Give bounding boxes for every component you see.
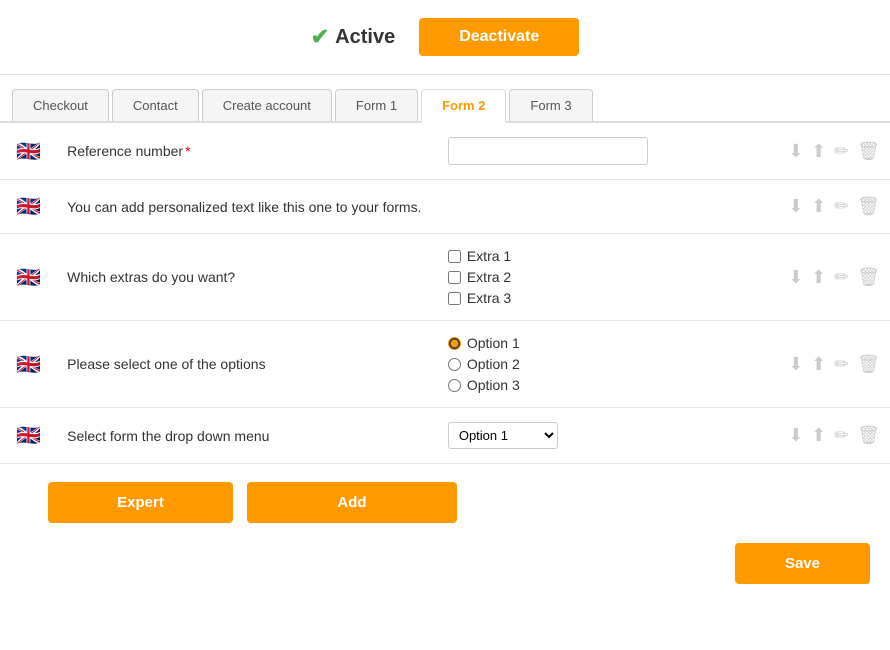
move-up-icon[interactable]: ⬆ (811, 425, 826, 446)
static-text-label: You can add personalized text like this … (57, 180, 747, 234)
flag-icon: 🇬🇧 (16, 425, 41, 447)
delete-icon[interactable]: 🗑 (857, 354, 880, 375)
field-label: Reference number* (57, 123, 438, 180)
checkbox-extra1-label[interactable]: Extra 1 (448, 248, 737, 264)
tab-form1[interactable]: Form 1 (335, 89, 418, 121)
table-row: 🇬🇧 Reference number* ⬇ ⬆ ✏ 🗑 (0, 123, 890, 180)
active-label: Active (335, 26, 395, 49)
actions-cell: ⬇ ⬆ ✏ 🗑 (747, 408, 890, 464)
move-down-icon[interactable]: ⬇ (788, 196, 803, 217)
tab-contact[interactable]: Contact (112, 89, 199, 121)
field-label: Select form the drop down menu (57, 408, 438, 464)
table-row: 🇬🇧 Which extras do you want? Extra 1 Ext… (0, 234, 890, 321)
checkbox-extra2-label[interactable]: Extra 2 (448, 269, 737, 285)
dropdown-cell: Option 1 Option 2 Option 3 (438, 408, 747, 464)
checkbox-extra3[interactable] (448, 292, 461, 305)
radio-option3[interactable] (448, 379, 461, 392)
save-button[interactable]: Save (735, 543, 870, 584)
expert-button[interactable]: Expert (48, 482, 233, 523)
checkmark-icon: ✔ (311, 24, 329, 50)
table-row: 🇬🇧 You can add personalized text like th… (0, 180, 890, 234)
input-cell (438, 123, 747, 180)
move-up-icon[interactable]: ⬆ (811, 267, 826, 288)
move-down-icon[interactable]: ⬇ (788, 141, 803, 162)
field-label: Please select one of the options (57, 321, 438, 408)
actions-cell: ⬇ ⬆ ✏ 🗑 (747, 321, 890, 408)
deactivate-button[interactable]: Deactivate (419, 18, 579, 56)
checkbox-extra1[interactable] (448, 250, 461, 263)
flag-icon: 🇬🇧 (16, 354, 41, 376)
radio-option1-label[interactable]: Option 1 (448, 335, 737, 351)
edit-icon[interactable]: ✏ (834, 425, 849, 446)
dropdown-select[interactable]: Option 1 Option 2 Option 3 (448, 422, 558, 449)
radio-option2[interactable] (448, 358, 461, 371)
actions-cell: ⬇ ⬆ ✏ 🗑 (747, 123, 890, 180)
flag-icon: 🇬🇧 (16, 267, 41, 289)
checkbox-extra3-label[interactable]: Extra 3 (448, 290, 737, 306)
flag-icon: 🇬🇧 (16, 196, 41, 218)
delete-icon[interactable]: 🗑 (857, 267, 880, 288)
delete-icon[interactable]: 🗑 (857, 196, 880, 217)
edit-icon[interactable]: ✏ (834, 267, 849, 288)
delete-icon[interactable]: 🗑 (857, 425, 880, 446)
move-up-icon[interactable]: ⬆ (811, 354, 826, 375)
tab-form3[interactable]: Form 3 (509, 89, 592, 121)
form-table: 🇬🇧 Reference number* ⬇ ⬆ ✏ 🗑 🇬🇧 You can … (0, 123, 890, 464)
field-label: Which extras do you want? (57, 234, 438, 321)
actions-cell: ⬇ ⬆ ✏ 🗑 (747, 234, 890, 321)
save-bar: Save (0, 523, 890, 600)
radio-group-cell: Option 1 Option 2 Option 3 (438, 321, 747, 408)
radio-option3-label[interactable]: Option 3 (448, 377, 737, 393)
tabs-bar: Checkout Contact Create account Form 1 F… (0, 75, 890, 123)
tab-form2[interactable]: Form 2 (421, 89, 506, 123)
flag-cell: 🇬🇧 (0, 321, 57, 408)
checkbox-extra2[interactable] (448, 271, 461, 284)
flag-cell: 🇬🇧 (0, 123, 57, 180)
delete-icon[interactable]: 🗑 (857, 141, 880, 162)
move-down-icon[interactable]: ⬇ (788, 354, 803, 375)
radio-group: Option 1 Option 2 Option 3 (448, 335, 737, 393)
reference-number-input[interactable] (448, 137, 648, 165)
tab-create-account[interactable]: Create account (202, 89, 332, 121)
bottom-buttons: Expert Add (0, 464, 890, 523)
checkbox-group: Extra 1 Extra 2 Extra 3 (448, 248, 737, 306)
move-up-icon[interactable]: ⬆ (811, 196, 826, 217)
edit-icon[interactable]: ✏ (834, 354, 849, 375)
radio-option1[interactable] (448, 337, 461, 350)
tab-checkout[interactable]: Checkout (12, 89, 109, 121)
active-status: ✔ Active (311, 24, 395, 50)
move-down-icon[interactable]: ⬇ (788, 425, 803, 446)
move-up-icon[interactable]: ⬆ (811, 141, 826, 162)
actions-cell: ⬇ ⬆ ✏ 🗑 (747, 180, 890, 234)
edit-icon[interactable]: ✏ (834, 196, 849, 217)
flag-icon: 🇬🇧 (16, 141, 41, 163)
checkbox-group-cell: Extra 1 Extra 2 Extra 3 (438, 234, 747, 321)
flag-cell: 🇬🇧 (0, 180, 57, 234)
move-down-icon[interactable]: ⬇ (788, 267, 803, 288)
add-button[interactable]: Add (247, 482, 457, 523)
header-bar: ✔ Active Deactivate (0, 0, 890, 75)
radio-option2-label[interactable]: Option 2 (448, 356, 737, 372)
table-row: 🇬🇧 Select form the drop down menu Option… (0, 408, 890, 464)
flag-cell: 🇬🇧 (0, 408, 57, 464)
table-row: 🇬🇧 Please select one of the options Opti… (0, 321, 890, 408)
flag-cell: 🇬🇧 (0, 234, 57, 321)
edit-icon[interactable]: ✏ (834, 141, 849, 162)
required-star: * (185, 143, 190, 159)
